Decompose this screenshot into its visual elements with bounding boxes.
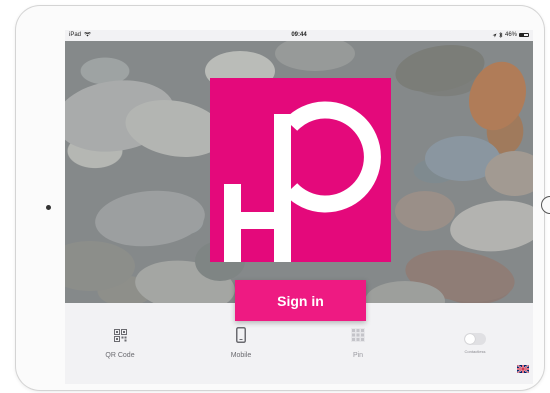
toggle-knob xyxy=(465,334,475,344)
option-mobile[interactable]: Mobile xyxy=(206,326,276,359)
status-bar: iPad 09:44 46% xyxy=(65,30,533,41)
option-qr-code-label: QR Code xyxy=(105,352,135,359)
stone xyxy=(395,191,455,231)
stone xyxy=(485,151,533,196)
contactless-toggle[interactable] xyxy=(464,333,486,345)
option-pin-label: Pin xyxy=(352,352,364,359)
battery-icon xyxy=(519,33,529,37)
screen: iPad 09:44 46% Sign in QR Code Mobile Pi… xyxy=(65,30,533,384)
front-camera xyxy=(46,205,51,210)
contactless-label: Contactless xyxy=(464,349,486,354)
battery-percent: 46% xyxy=(504,32,517,38)
status-time: 09:44 xyxy=(291,32,307,38)
mobile-phone-icon xyxy=(232,326,250,344)
qr-code-icon xyxy=(111,326,129,344)
stone xyxy=(275,41,355,71)
stone xyxy=(65,241,135,291)
ipad-frame: iPad 09:44 46% Sign in QR Code Mobile Pi… xyxy=(16,6,550,390)
uk-flag-icon[interactable] xyxy=(517,365,529,373)
stone xyxy=(447,196,533,256)
option-contactless: Contactless xyxy=(445,333,505,354)
option-mobile-label: Mobile xyxy=(230,352,252,359)
keypad-icon xyxy=(349,326,367,344)
location-icon xyxy=(492,33,497,37)
battery-level xyxy=(520,34,524,36)
sign-in-button[interactable]: Sign in xyxy=(235,280,366,321)
bluetooth-icon xyxy=(499,32,503,38)
option-qr-code[interactable]: QR Code xyxy=(85,326,155,359)
brand-logo xyxy=(210,78,391,262)
option-pin[interactable]: Pin xyxy=(323,326,393,359)
status-right: 46% xyxy=(492,32,529,38)
pebble-background-image xyxy=(65,41,533,303)
stone xyxy=(92,186,208,251)
home-button[interactable] xyxy=(541,196,550,214)
